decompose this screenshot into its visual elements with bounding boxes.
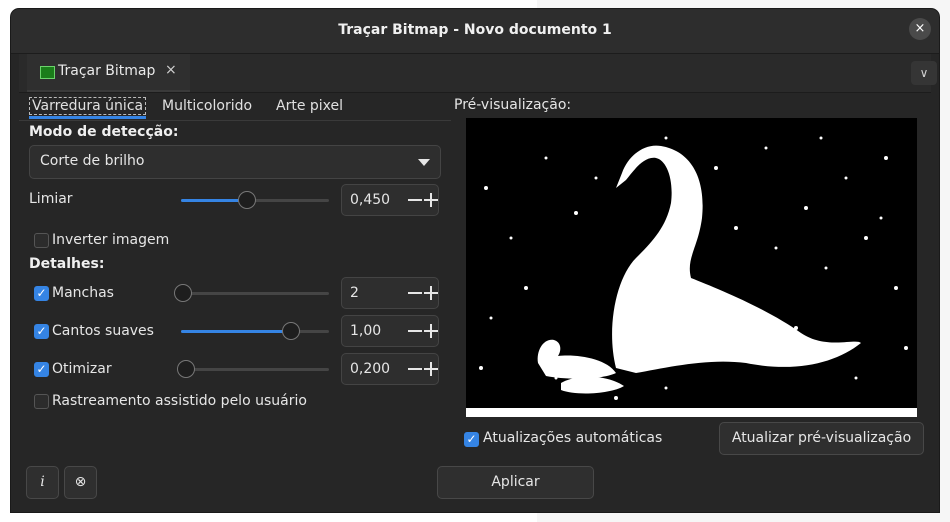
dock-tab-bar: Traçar Bitmap × ∨ xyxy=(19,54,937,93)
smooth-corners-slider-fill xyxy=(181,330,290,333)
trace-bitmap-icon xyxy=(40,66,55,79)
minus-icon[interactable] xyxy=(408,330,422,332)
detection-mode-label: Modo de detecção: xyxy=(29,124,179,140)
detection-mode-value: Corte de brilho xyxy=(40,153,145,169)
tab-single-scan-label: Varredura única xyxy=(29,97,147,115)
threshold-slider[interactable] xyxy=(181,191,329,209)
preview-image xyxy=(466,118,917,417)
dock-tab-label: Traçar Bitmap xyxy=(58,63,156,79)
speckles-value: 2 xyxy=(350,285,359,301)
optimize-spinbox[interactable]: 0,200 xyxy=(341,353,439,385)
info-icon[interactable]: i xyxy=(26,466,59,499)
invert-image-checkbox[interactable] xyxy=(34,233,49,248)
assisted-tracing-checkbox[interactable] xyxy=(34,394,49,409)
dock-tab-trace-bitmap[interactable]: Traçar Bitmap × xyxy=(27,54,190,92)
smooth-corners-checkbox[interactable]: ✓ xyxy=(34,324,49,339)
apply-button[interactable]: Aplicar xyxy=(437,466,594,499)
trace-settings-panel: Varredura única Multicolorido Arte pixel… xyxy=(19,94,451,459)
smooth-corners-spinbox[interactable]: 1,00 xyxy=(341,315,439,347)
mode-tabs: Varredura única Multicolorido Arte pixel xyxy=(19,94,451,121)
details-label: Detalhes: xyxy=(29,256,105,272)
preview-label: Pré-visualização: xyxy=(454,97,572,113)
speckles-slider[interactable] xyxy=(174,284,329,302)
stop-icon[interactable]: ⊗ xyxy=(64,466,97,499)
optimize-slider[interactable] xyxy=(177,360,329,378)
trace-bitmap-dialog: Traçar Bitmap - Novo documento 1 × Traça… xyxy=(11,9,939,512)
chevron-down-icon xyxy=(418,159,430,166)
minus-icon[interactable] xyxy=(408,368,422,370)
window-title: Traçar Bitmap - Novo documento 1 xyxy=(338,22,612,38)
optimize-value: 0,200 xyxy=(350,361,391,377)
optimize-label: Otimizar xyxy=(52,361,112,377)
threshold-slider-fill xyxy=(181,199,245,202)
smooth-corners-slider-handle[interactable] xyxy=(282,322,300,340)
speckles-label: Manchas xyxy=(52,285,114,301)
speckles-spinbox[interactable]: 2 xyxy=(341,277,439,309)
assisted-tracing-label: Rastreamento assistido pelo usuário xyxy=(52,393,307,409)
dock-tab-close-icon[interactable]: × xyxy=(165,62,177,78)
update-preview-button[interactable]: Atualizar pré-visualização xyxy=(719,422,924,455)
minus-icon[interactable] xyxy=(408,199,422,201)
optimize-slider-handle[interactable] xyxy=(177,360,195,378)
invert-image-label: Inverter imagem xyxy=(52,232,170,248)
optimize-checkbox[interactable]: ✓ xyxy=(34,362,49,377)
detection-mode-dropdown[interactable]: Corte de brilho xyxy=(29,145,441,179)
tab-multicolor[interactable]: Multicolorido xyxy=(162,98,252,114)
auto-update-label: Atualizações automáticas xyxy=(483,430,663,446)
tab-single-scan[interactable]: Varredura única xyxy=(29,97,147,119)
dock-menu-chevron-down-icon[interactable]: ∨ xyxy=(911,61,937,85)
close-window-button[interactable]: × xyxy=(909,18,931,40)
titlebar: Traçar Bitmap - Novo documento 1 × xyxy=(11,9,939,54)
smooth-corners-slider[interactable] xyxy=(181,322,329,340)
plus-icon-vertical[interactable] xyxy=(430,362,432,376)
plus-icon-vertical[interactable] xyxy=(430,286,432,300)
threshold-value: 0,450 xyxy=(350,192,391,208)
speckles-slider-handle[interactable] xyxy=(174,284,192,302)
minus-icon[interactable] xyxy=(408,292,422,294)
traced-swan-image xyxy=(466,118,917,417)
tab-pixel-art[interactable]: Arte pixel xyxy=(276,98,343,114)
smooth-corners-label: Cantos suaves xyxy=(52,323,154,339)
threshold-spinbox[interactable]: 0,450 xyxy=(341,184,439,216)
smooth-corners-value: 1,00 xyxy=(350,323,382,339)
speckles-checkbox[interactable]: ✓ xyxy=(34,286,49,301)
plus-icon-vertical[interactable] xyxy=(430,193,432,207)
plus-icon-vertical[interactable] xyxy=(430,324,432,338)
auto-update-checkbox[interactable]: ✓ xyxy=(464,432,479,447)
threshold-slider-handle[interactable] xyxy=(238,191,256,209)
threshold-label: Limiar xyxy=(29,191,73,207)
